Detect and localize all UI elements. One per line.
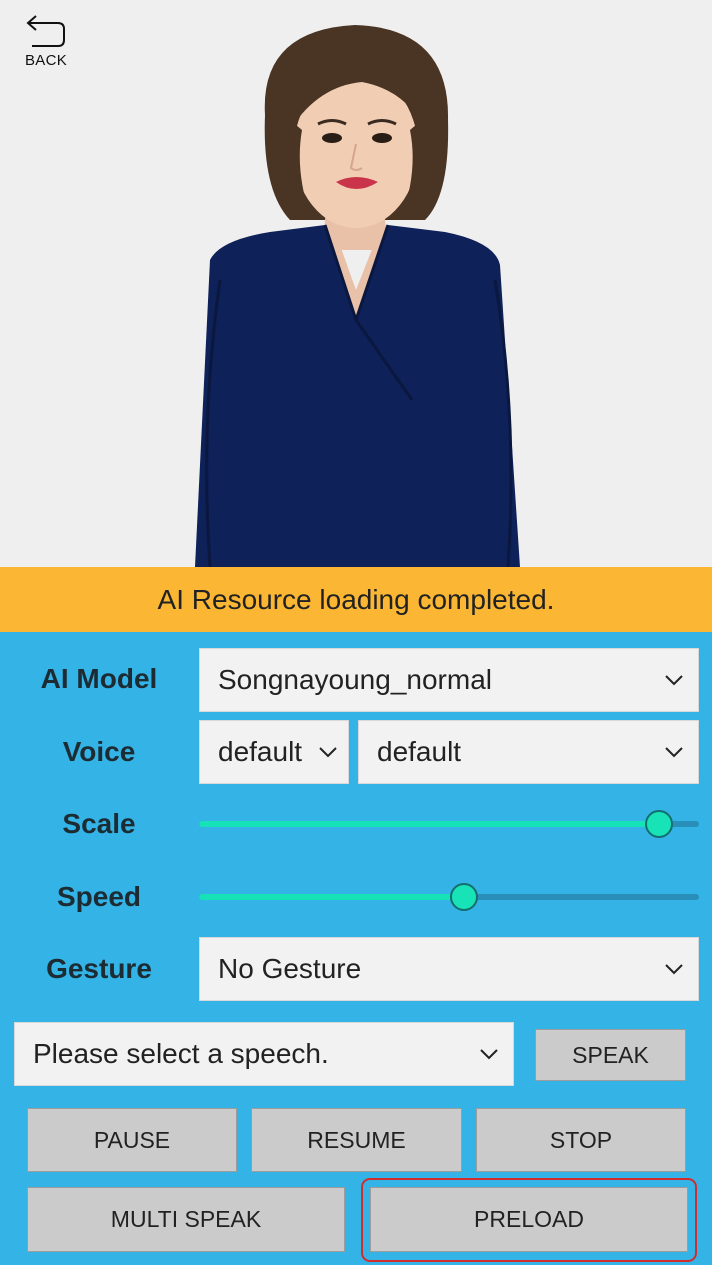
ai-avatar-image bbox=[195, 25, 520, 567]
speed-slider-handle[interactable] bbox=[450, 883, 478, 911]
avatar-stage: BACK bbox=[0, 0, 712, 567]
speed-slider[interactable] bbox=[199, 883, 699, 911]
preload-highlight-outline bbox=[361, 1178, 697, 1262]
scale-label: Scale bbox=[62, 808, 136, 839]
chevron-down-icon bbox=[665, 747, 683, 758]
scale-slider[interactable] bbox=[199, 810, 699, 838]
voice-language-value: default bbox=[218, 736, 303, 767]
status-message: AI Resource loading completed. bbox=[157, 583, 555, 615]
gesture-label: Gesture bbox=[46, 953, 152, 984]
ai-model-label: AI Model bbox=[40, 663, 158, 694]
pause-button[interactable]: PAUSE bbox=[27, 1108, 237, 1172]
voice-select[interactable]: default bbox=[358, 720, 699, 784]
speed-slider-fill bbox=[199, 894, 464, 900]
speech-value: Please select a speech. bbox=[33, 1038, 329, 1069]
gesture-value: No Gesture bbox=[218, 953, 362, 984]
ai-model-select[interactable]: Songnayoung_normal bbox=[199, 648, 699, 712]
speech-select[interactable]: Please select a speech. bbox=[14, 1022, 514, 1086]
speed-label: Speed bbox=[56, 881, 142, 912]
back-label: BACK bbox=[24, 52, 68, 69]
gesture-select[interactable]: No Gesture bbox=[199, 937, 699, 1001]
chevron-down-icon bbox=[665, 964, 683, 975]
status-banner: AI Resource loading completed. bbox=[0, 567, 712, 632]
voice-value: default bbox=[377, 736, 462, 767]
resume-button[interactable]: RESUME bbox=[251, 1108, 462, 1172]
back-button[interactable]: BACK bbox=[18, 10, 74, 72]
multi-speak-button[interactable]: MULTI SPEAK bbox=[27, 1187, 345, 1252]
chevron-down-icon bbox=[319, 747, 337, 758]
chevron-down-icon bbox=[665, 675, 683, 686]
chevron-down-icon bbox=[480, 1049, 498, 1060]
ai-model-value: Songnayoung_normal bbox=[218, 664, 492, 695]
voice-language-select[interactable]: default bbox=[199, 720, 349, 784]
speak-button[interactable]: SPEAK bbox=[535, 1029, 686, 1081]
scale-slider-handle[interactable] bbox=[645, 810, 673, 838]
voice-label: Voice bbox=[62, 736, 136, 767]
undo-arrow-icon bbox=[26, 15, 65, 47]
stop-button[interactable]: STOP bbox=[476, 1108, 686, 1172]
scale-slider-fill bbox=[199, 821, 659, 827]
